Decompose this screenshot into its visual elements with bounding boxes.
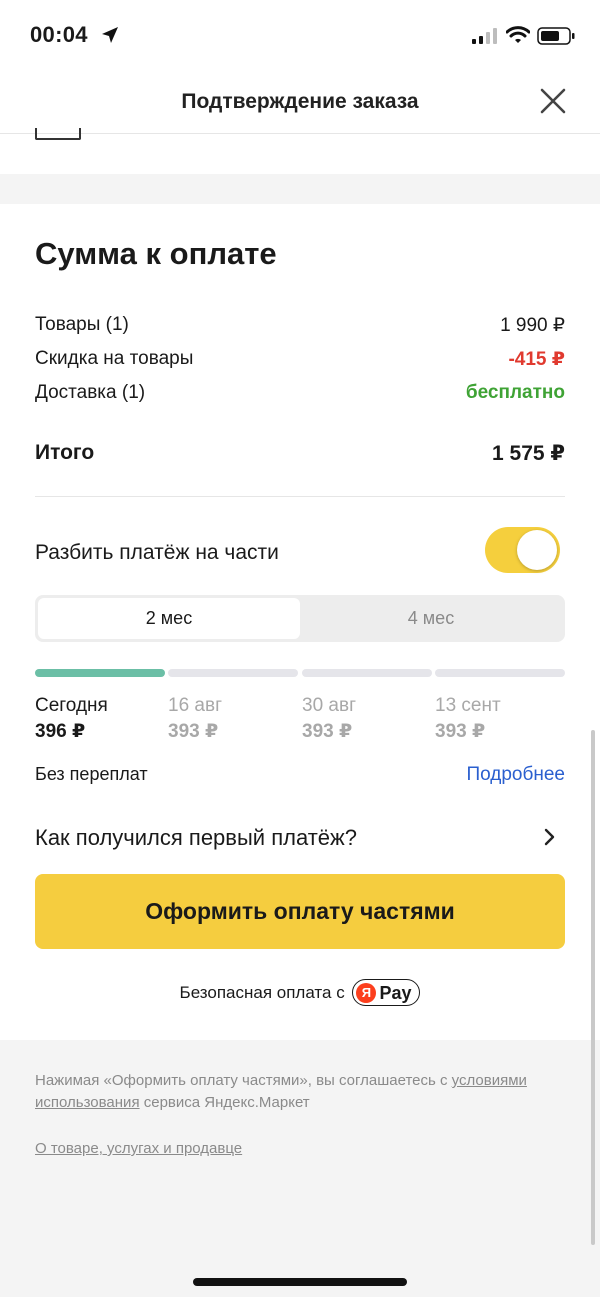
yandex-pay-logo: Я Pay — [352, 979, 421, 1006]
secure-payment-text: Безопасная оплата с — [179, 982, 345, 1002]
installment-period-selector: 2 мес 4 мес — [35, 595, 565, 642]
payment-amount: 393 ₽ — [435, 721, 486, 742]
payment-date: 16 авг — [168, 695, 223, 716]
payment-progress-segment — [35, 669, 165, 677]
terms-prefix: Нажимая «Оформить оплату частями», вы со… — [35, 1072, 452, 1089]
tab-4-months[interactable]: 4 мес — [300, 598, 562, 639]
footer: Нажимая «Оформить оплату частями», вы со… — [0, 1040, 600, 1297]
battery-icon — [537, 27, 575, 45]
location-arrow-icon — [102, 27, 118, 43]
summary-label: Товары (1) — [35, 314, 129, 335]
summary-label: Доставка (1) — [35, 382, 146, 403]
about-seller-link[interactable]: О товаре, услугах и продавце — [35, 1140, 242, 1157]
close-icon[interactable] — [536, 84, 570, 118]
summary-title: Сумма к оплате — [35, 236, 277, 271]
scrollbar[interactable] — [591, 730, 595, 1245]
section-separator — [0, 174, 600, 204]
delivery-value: бесплатно — [465, 382, 565, 403]
payment-amount: 393 ₽ — [168, 721, 219, 742]
payment-amount: 393 ₽ — [302, 721, 353, 742]
total-value: 1 575 ₽ — [492, 442, 565, 465]
secure-payment-note: Безопасная оплата с Я Pay — [0, 979, 600, 1009]
nav-header: Подтверждение заказа — [0, 70, 600, 134]
discount-value: -415 ₽ — [508, 349, 565, 370]
payment-date: 13 сент — [435, 695, 501, 716]
payment-date: 30 авг — [302, 695, 357, 716]
summary-label: Скидка на товары — [35, 348, 194, 369]
home-indicator[interactable] — [193, 1278, 407, 1286]
payment-amount: 396 ₽ — [35, 721, 86, 742]
page-title: Подтверждение заказа — [181, 90, 419, 113]
first-payment-info-row[interactable]: Как получился первый платёж? — [35, 825, 565, 855]
terms-suffix: сервиса Яндекс.Маркет — [139, 1094, 310, 1111]
cellular-signal-icon — [472, 28, 497, 44]
payment-progress-segment — [302, 669, 432, 677]
summary-row-discount: Скидка на товары -415 ₽ — [35, 348, 565, 376]
divider — [35, 496, 565, 497]
more-details-link[interactable]: Подробнее — [466, 764, 565, 786]
summary-row-goods: Товары (1) 1 990 ₽ — [35, 314, 565, 342]
split-payment-label: Разбить платёж на части — [35, 541, 279, 564]
summary-row-delivery: Доставка (1) бесплатно — [35, 382, 565, 410]
payment-progress-segment — [168, 669, 298, 677]
pay-in-parts-button[interactable]: Оформить оплату частями — [35, 874, 565, 949]
summary-value: 1 990 ₽ — [500, 315, 565, 336]
chevron-right-icon — [544, 828, 555, 846]
pay-word: Pay — [379, 982, 412, 1003]
toggle-knob — [517, 530, 557, 570]
yandex-logo-icon: Я — [356, 982, 377, 1003]
split-payment-toggle[interactable] — [485, 527, 560, 573]
total-label: Итого — [35, 441, 95, 464]
summary-row-total: Итого 1 575 ₽ — [35, 441, 565, 469]
first-payment-question: Как получился первый платёж? — [35, 825, 357, 850]
tab-2-months[interactable]: 2 мес — [38, 598, 300, 639]
payment-progress-segment — [435, 669, 565, 677]
wifi-icon — [506, 26, 530, 43]
previous-item-edge — [35, 128, 81, 140]
status-bar: 00:04 — [0, 0, 600, 70]
payment-date: Сегодня — [35, 695, 108, 716]
no-overpay-label: Без переплат — [35, 764, 148, 784]
terms-notice: Нажимая «Оформить оплату частями», вы со… — [35, 1070, 565, 1114]
status-time: 00:04 — [30, 22, 88, 47]
